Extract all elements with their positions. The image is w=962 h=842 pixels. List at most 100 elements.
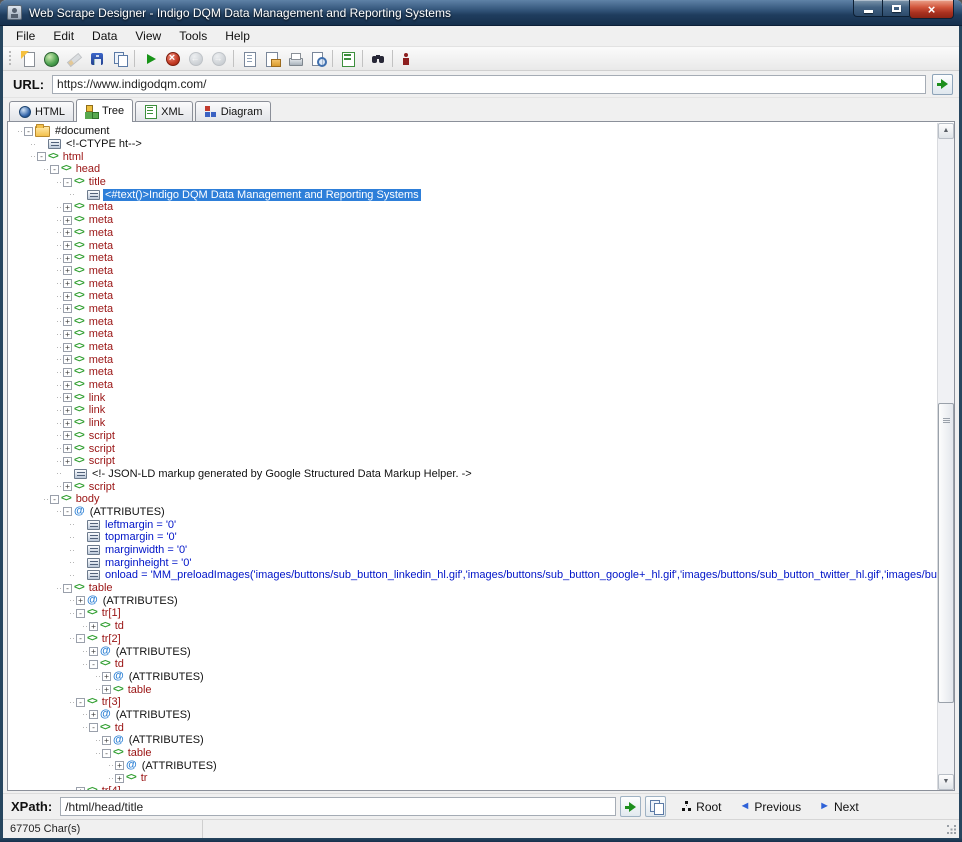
expand-toggle[interactable]: + (63, 482, 72, 491)
scroll-down-button[interactable]: ▼ (938, 774, 954, 790)
expand-toggle[interactable]: + (63, 292, 72, 301)
expand-toggle[interactable]: - (63, 584, 72, 593)
expand-toggle[interactable]: + (63, 343, 72, 352)
tree-node[interactable]: +@(ATTRIBUTES) (8, 594, 937, 607)
title-bar[interactable]: Web Scrape Designer - Indigo DQM Data Ma… (0, 0, 962, 26)
expand-toggle[interactable]: - (89, 723, 98, 732)
expand-toggle[interactable]: + (115, 774, 124, 783)
expand-toggle[interactable]: + (76, 596, 85, 605)
tree-node[interactable]: -<>table (8, 747, 937, 760)
expand-toggle[interactable]: - (89, 660, 98, 669)
tree-node[interactable]: +@(ATTRIBUTES) (8, 734, 937, 747)
expand-toggle[interactable]: + (102, 736, 111, 745)
expand-toggle[interactable]: + (63, 266, 72, 275)
tree-node[interactable]: +<>meta (8, 379, 937, 392)
expand-toggle[interactable]: + (63, 381, 72, 390)
tree-node[interactable]: +<>tr[4] (8, 785, 937, 790)
root-button[interactable]: Root (678, 798, 724, 816)
xpath-copy-button[interactable] (645, 796, 666, 817)
tree-node[interactable]: topmargin = '0' (8, 531, 937, 544)
expand-toggle[interactable]: + (63, 431, 72, 440)
new-document-button[interactable] (16, 48, 39, 69)
expand-toggle[interactable]: - (63, 178, 72, 187)
tree-node[interactable]: +<>meta (8, 201, 937, 214)
exit-button[interactable] (396, 48, 419, 69)
menu-item-edit[interactable]: Edit (44, 27, 83, 45)
tree-node[interactable]: <!-CTYPE ht--> (8, 138, 937, 151)
tree-node[interactable]: +<>meta (8, 252, 937, 265)
tab-tree[interactable]: Tree (76, 99, 133, 122)
tree-node[interactable]: -<>tr[3] (8, 696, 937, 709)
tree-node[interactable]: -#document (8, 125, 937, 138)
tree-node[interactable]: +<>meta (8, 290, 937, 303)
tree-node[interactable]: +<>script (8, 442, 937, 455)
stop-button[interactable] (161, 48, 184, 69)
tree-node[interactable]: +<>script (8, 480, 937, 493)
tree-node[interactable]: leftmargin = '0' (8, 518, 937, 531)
tree-node[interactable]: -<>table (8, 582, 937, 595)
expand-toggle[interactable]: + (63, 254, 72, 263)
tree-node[interactable]: +<>script (8, 455, 937, 468)
minimize-button[interactable] (853, 0, 882, 17)
tree-node[interactable]: onload = 'MM_preloadImages('images/butto… (8, 569, 937, 582)
run-button[interactable] (138, 48, 161, 69)
expand-toggle[interactable]: - (50, 165, 59, 174)
tree-node[interactable]: +@(ATTRIBUTES) (8, 645, 937, 658)
url-go-button[interactable] (932, 74, 953, 95)
tree-node[interactable]: +@(ATTRIBUTES) (8, 759, 937, 772)
expand-toggle[interactable]: + (102, 685, 111, 694)
tree-node[interactable]: <!- JSON-LD markup generated by Google S… (8, 468, 937, 481)
tree-node[interactable]: -<>title (8, 176, 937, 189)
expand-toggle[interactable]: + (63, 304, 72, 313)
expand-toggle[interactable]: + (63, 419, 72, 428)
print-preview-button[interactable] (306, 48, 329, 69)
tab-html[interactable]: HTML (9, 101, 74, 121)
expand-toggle[interactable]: + (63, 216, 72, 225)
expand-toggle[interactable]: + (63, 228, 72, 237)
tree-node[interactable]: +<>link (8, 404, 937, 417)
tree-node[interactable]: +<>meta (8, 214, 937, 227)
print-button[interactable] (283, 48, 306, 69)
tree-node[interactable]: +@(ATTRIBUTES) (8, 709, 937, 722)
expand-toggle[interactable]: - (50, 495, 59, 504)
menu-item-file[interactable]: File (7, 27, 44, 45)
tree-node[interactable]: +<>td (8, 620, 937, 633)
maximize-button[interactable] (882, 0, 909, 17)
expand-toggle[interactable]: + (63, 457, 72, 466)
tree-node[interactable]: +<>link (8, 417, 937, 430)
resize-grip[interactable] (947, 825, 957, 835)
menu-item-tools[interactable]: Tools (170, 27, 216, 45)
tree-node[interactable]: +<>link (8, 391, 937, 404)
expand-toggle[interactable]: + (63, 355, 72, 364)
tree-node[interactable]: marginwidth = '0' (8, 544, 937, 557)
tree-node[interactable]: +<>meta (8, 239, 937, 252)
tree-node[interactable]: +<>meta (8, 315, 937, 328)
tree-node[interactable]: +<>meta (8, 353, 937, 366)
tree-node[interactable]: -<>body (8, 493, 937, 506)
expand-toggle[interactable]: + (63, 393, 72, 402)
expand-toggle[interactable]: - (76, 634, 85, 643)
expand-toggle[interactable]: + (63, 406, 72, 415)
expand-toggle[interactable]: - (37, 152, 46, 161)
find-button[interactable] (366, 48, 389, 69)
expand-toggle[interactable]: - (76, 698, 85, 707)
copy-button[interactable] (108, 48, 131, 69)
expand-toggle[interactable]: + (115, 761, 124, 770)
tree-node[interactable]: +<>meta (8, 277, 937, 290)
expand-toggle[interactable]: + (89, 622, 98, 631)
tree-node[interactable]: -<>head (8, 163, 937, 176)
tree-node[interactable]: +<>meta (8, 328, 937, 341)
tree-node[interactable]: +<>table (8, 683, 937, 696)
forward-button[interactable] (207, 48, 230, 69)
menu-item-help[interactable]: Help (216, 27, 259, 45)
tree-node[interactable]: -<>html (8, 150, 937, 163)
tree-node[interactable]: -<>td (8, 721, 937, 734)
xpath-go-button[interactable] (620, 796, 641, 817)
expand-toggle[interactable]: + (76, 787, 85, 790)
tree-node[interactable]: -<>td (8, 658, 937, 671)
tree-node[interactable]: +<>tr (8, 772, 937, 785)
expand-toggle[interactable]: + (89, 710, 98, 719)
expand-toggle[interactable]: - (63, 507, 72, 516)
previous-button[interactable]: ◄ Previous (737, 798, 805, 816)
back-button[interactable] (184, 48, 207, 69)
